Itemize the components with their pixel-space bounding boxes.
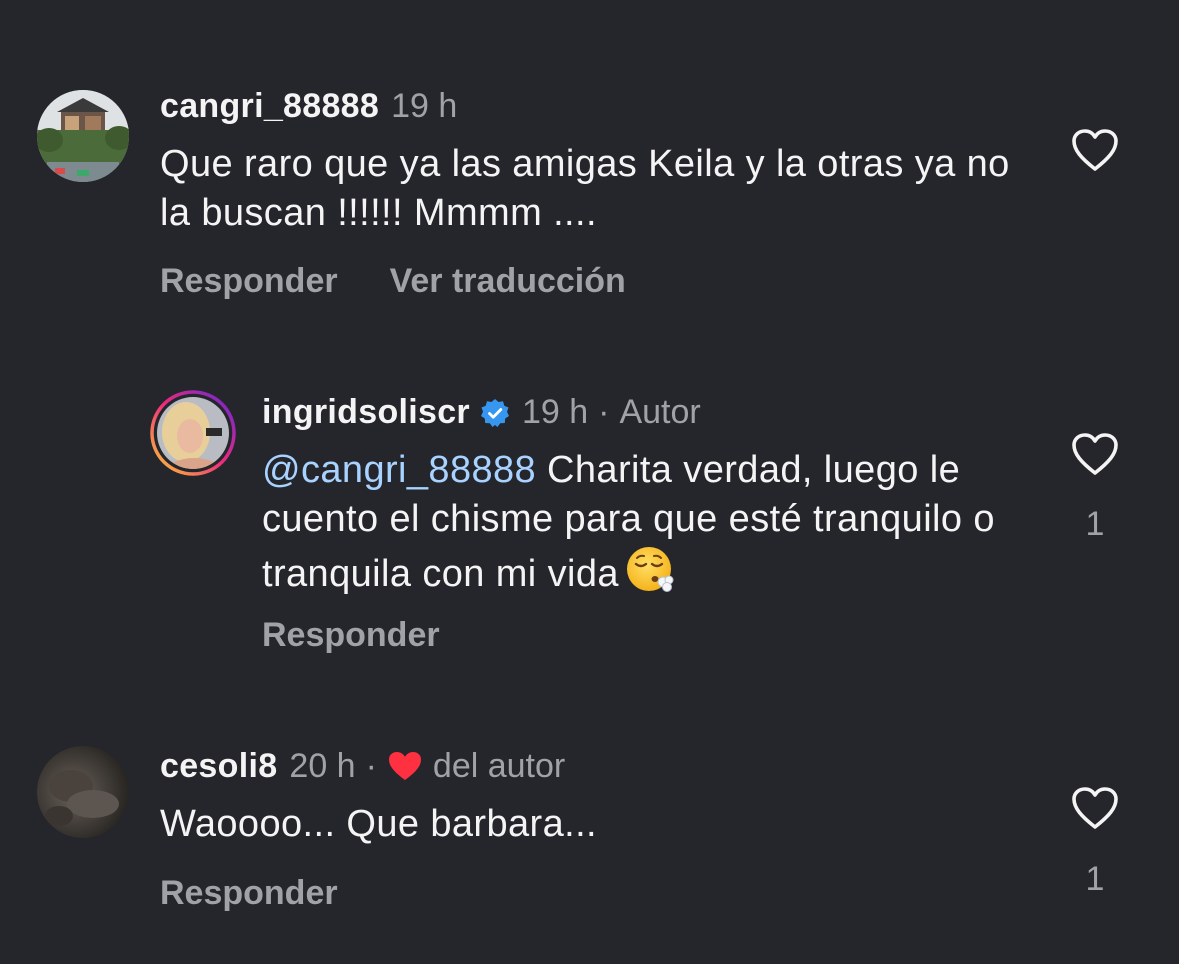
mention-link[interactable]: @cangri_88888	[262, 449, 536, 491]
comment-actions: Responder	[262, 616, 440, 655]
timestamp: 20 h	[289, 747, 356, 785]
username[interactable]: ingridsoliscr	[262, 392, 470, 432]
timestamp: 19 h	[521, 393, 589, 431]
reply-button[interactable]: Responder	[262, 616, 440, 655]
comment-text-content: Waoooo... Que barbara...	[160, 803, 597, 845]
face-exhaling-emoji	[625, 544, 675, 594]
comment-header: cesoli8 20 h · del autor	[160, 746, 565, 786]
author-badge: Autor	[619, 393, 701, 431]
heart-filled-icon	[387, 750, 423, 782]
heart-icon[interactable]	[1071, 432, 1119, 476]
like-count: 1	[1085, 505, 1105, 543]
comment-header: cangri_88888 19 h	[160, 86, 457, 126]
translate-button[interactable]: Ver traducción	[390, 262, 626, 301]
like-count: 1	[1085, 860, 1105, 898]
verified-badge-icon	[480, 397, 510, 427]
comment-text-content: Que raro que ya las amigas Keila y la ot…	[160, 143, 1010, 234]
comment-actions: Responder	[160, 874, 338, 913]
reply-button[interactable]: Responder	[160, 262, 338, 301]
heart-icon[interactable]	[1071, 128, 1119, 172]
username[interactable]: cesoli8	[160, 746, 277, 786]
username[interactable]: cangri_88888	[160, 86, 379, 126]
timestamp: 19 h	[391, 87, 458, 125]
comment-actions: Responder Ver traducción	[160, 262, 626, 301]
liked-by-author-label: del autor	[432, 747, 566, 785]
separator-dot: ·	[598, 393, 610, 431]
separator-dot: ·	[365, 747, 377, 785]
avatar[interactable]	[150, 390, 236, 476]
avatar[interactable]	[37, 746, 129, 838]
comment-header: ingridsoliscr 19 h · Autor	[262, 392, 701, 432]
comment-text: Waoooo... Que barbara...	[160, 800, 1020, 849]
comment-text: @cangri_88888 Charita verdad, luego le c…	[262, 446, 1022, 599]
heart-icon[interactable]	[1071, 786, 1119, 830]
reply-button[interactable]: Responder	[160, 874, 338, 913]
avatar[interactable]	[37, 90, 129, 182]
comment-text: Que raro que ya las amigas Keila y la ot…	[160, 140, 1020, 238]
